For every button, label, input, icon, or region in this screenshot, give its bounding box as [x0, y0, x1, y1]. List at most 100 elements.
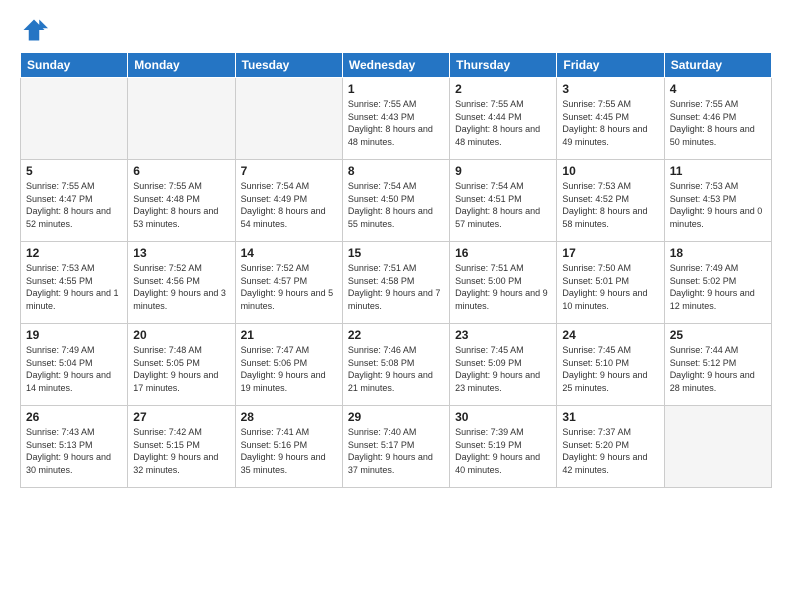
day-number: 4 — [670, 82, 766, 96]
calendar-cell: 27Sunrise: 7:42 AMSunset: 5:15 PMDayligh… — [128, 406, 235, 488]
day-number: 28 — [241, 410, 337, 424]
weekday-header-saturday: Saturday — [664, 53, 771, 78]
day-number: 6 — [133, 164, 229, 178]
cell-info: Sunrise: 7:55 AMSunset: 4:44 PMDaylight:… — [455, 98, 551, 148]
calendar-cell: 18Sunrise: 7:49 AMSunset: 5:02 PMDayligh… — [664, 242, 771, 324]
weekday-header-row: SundayMondayTuesdayWednesdayThursdayFrid… — [21, 53, 772, 78]
weekday-header-monday: Monday — [128, 53, 235, 78]
weekday-header-friday: Friday — [557, 53, 664, 78]
cell-info: Sunrise: 7:53 AMSunset: 4:52 PMDaylight:… — [562, 180, 658, 230]
day-number: 26 — [26, 410, 122, 424]
day-number: 22 — [348, 328, 444, 342]
cell-info: Sunrise: 7:48 AMSunset: 5:05 PMDaylight:… — [133, 344, 229, 394]
week-row-1: 1 Sunrise: 7:55 AMSunset: 4:43 PMDaylight… — [21, 78, 772, 160]
calendar-cell: 19 Sunrise: 7:49 AMSunset: 5:04 PMDayligh… — [21, 324, 128, 406]
day-number: 3 — [562, 82, 658, 96]
day-number: 25 — [670, 328, 766, 342]
weekday-header-thursday: Thursday — [450, 53, 557, 78]
cell-info: Sunrise: 7:44 AMSunset: 5:12 PMDaylight:… — [670, 344, 766, 394]
calendar-cell: 26 Sunrise: 7:43 AMSunset: 5:13 PMDayligh… — [21, 406, 128, 488]
day-number: 13 — [133, 246, 229, 260]
day-number: 24 — [562, 328, 658, 342]
cell-info: Sunrise: 7:40 AMSunset: 5:17 PMDaylight:… — [348, 426, 444, 476]
cell-info: Sunrise: 7:51 AMSunset: 5:00 PMDaylight:… — [455, 262, 551, 312]
day-number: 21 — [241, 328, 337, 342]
cell-info: Sunrise: 7:45 AMSunset: 5:10 PMDaylight:… — [562, 344, 658, 394]
calendar-cell: 28 Sunrise: 7:41 AMSunset: 5:16 PMDayligh… — [235, 406, 342, 488]
calendar-cell: 6 Sunrise: 7:55 AMSunset: 4:48 PMDaylight… — [128, 160, 235, 242]
day-number: 2 — [455, 82, 551, 96]
calendar: SundayMondayTuesdayWednesdayThursdayFrid… — [20, 52, 772, 488]
day-number: 29 — [348, 410, 444, 424]
calendar-cell: 14 Sunrise: 7:52 AMSunset: 4:57 PMDayligh… — [235, 242, 342, 324]
logo-icon — [20, 16, 48, 44]
cell-info: Sunrise: 7:52 AMSunset: 4:57 PMDaylight:… — [241, 262, 337, 312]
calendar-cell: 21 Sunrise: 7:47 AMSunset: 5:06 PMDayligh… — [235, 324, 342, 406]
cell-info: Sunrise: 7:53 AMSunset: 4:55 PMDaylight:… — [26, 262, 122, 312]
calendar-cell: 12 Sunrise: 7:53 AMSunset: 4:55 PMDayligh… — [21, 242, 128, 324]
day-number: 20 — [133, 328, 229, 342]
calendar-cell: 8 Sunrise: 7:54 AMSunset: 4:50 PMDaylight… — [342, 160, 449, 242]
calendar-cell: 29 Sunrise: 7:40 AMSunset: 5:17 PMDayligh… — [342, 406, 449, 488]
day-number: 30 — [455, 410, 551, 424]
cell-info: Sunrise: 7:46 AMSunset: 5:08 PMDaylight:… — [348, 344, 444, 394]
cell-info: Sunrise: 7:50 AMSunset: 5:01 PMDaylight:… — [562, 262, 658, 312]
header — [20, 16, 772, 44]
cell-info: Sunrise: 7:51 AMSunset: 4:58 PMDaylight:… — [348, 262, 444, 312]
calendar-cell: 16 Sunrise: 7:51 AMSunset: 5:00 PMDayligh… — [450, 242, 557, 324]
cell-info: Sunrise: 7:55 AMSunset: 4:45 PMDaylight:… — [562, 98, 658, 148]
cell-info: Sunrise: 7:49 AMSunset: 5:02 PMDaylight:… — [670, 262, 766, 312]
calendar-cell: 2 Sunrise: 7:55 AMSunset: 4:44 PMDaylight… — [450, 78, 557, 160]
cell-info: Sunrise: 7:49 AMSunset: 5:04 PMDaylight:… — [26, 344, 122, 394]
page: SundayMondayTuesdayWednesdayThursdayFrid… — [0, 0, 792, 612]
day-number: 27 — [133, 410, 229, 424]
cell-info: Sunrise: 7:37 AMSunset: 5:20 PMDaylight:… — [562, 426, 658, 476]
calendar-cell: 13 Sunrise: 7:52 AMSunset: 4:56 PMDayligh… — [128, 242, 235, 324]
calendar-cell: 25 Sunrise: 7:44 AMSunset: 5:12 PMDayligh… — [664, 324, 771, 406]
calendar-cell: 24 Sunrise: 7:45 AMSunset: 5:10 PMDayligh… — [557, 324, 664, 406]
calendar-cell: 20 Sunrise: 7:48 AMSunset: 5:05 PMDayligh… — [128, 324, 235, 406]
week-row-5: 26 Sunrise: 7:43 AMSunset: 5:13 PMDayligh… — [21, 406, 772, 488]
calendar-cell: 30 Sunrise: 7:39 AMSunset: 5:19 PMDayligh… — [450, 406, 557, 488]
calendar-cell: 11Sunrise: 7:53 AMSunset: 4:53 PMDayligh… — [664, 160, 771, 242]
cell-info: Sunrise: 7:55 AMSunset: 4:48 PMDaylight:… — [133, 180, 229, 230]
day-number: 1 — [348, 82, 444, 96]
week-row-2: 5Sunrise: 7:55 AMSunset: 4:47 PMDaylight… — [21, 160, 772, 242]
weekday-header-tuesday: Tuesday — [235, 53, 342, 78]
day-number: 7 — [241, 164, 337, 178]
calendar-cell: 5Sunrise: 7:55 AMSunset: 4:47 PMDaylight… — [21, 160, 128, 242]
calendar-cell: 22 Sunrise: 7:46 AMSunset: 5:08 PMDayligh… — [342, 324, 449, 406]
cell-info: Sunrise: 7:43 AMSunset: 5:13 PMDaylight:… — [26, 426, 122, 476]
calendar-cell: 7Sunrise: 7:54 AMSunset: 4:49 PMDaylight… — [235, 160, 342, 242]
calendar-cell: 4 Sunrise: 7:55 AMSunset: 4:46 PMDaylight… — [664, 78, 771, 160]
cell-info: Sunrise: 7:55 AMSunset: 4:46 PMDaylight:… — [670, 98, 766, 148]
calendar-cell — [235, 78, 342, 160]
day-number: 14 — [241, 246, 337, 260]
cell-info: Sunrise: 7:55 AMSunset: 4:43 PMDaylight:… — [348, 98, 444, 148]
calendar-cell: 3 Sunrise: 7:55 AMSunset: 4:45 PMDaylight… — [557, 78, 664, 160]
cell-info: Sunrise: 7:39 AMSunset: 5:19 PMDaylight:… — [455, 426, 551, 476]
calendar-cell: 23Sunrise: 7:45 AMSunset: 5:09 PMDayligh… — [450, 324, 557, 406]
cell-info: Sunrise: 7:41 AMSunset: 5:16 PMDaylight:… — [241, 426, 337, 476]
logo-area — [20, 16, 50, 44]
week-row-3: 12 Sunrise: 7:53 AMSunset: 4:55 PMDayligh… — [21, 242, 772, 324]
day-number: 8 — [348, 164, 444, 178]
calendar-cell: 1 Sunrise: 7:55 AMSunset: 4:43 PMDaylight… — [342, 78, 449, 160]
cell-info: Sunrise: 7:55 AMSunset: 4:47 PMDaylight:… — [26, 180, 122, 230]
cell-info: Sunrise: 7:54 AMSunset: 4:50 PMDaylight:… — [348, 180, 444, 230]
calendar-cell — [21, 78, 128, 160]
day-number: 11 — [670, 164, 766, 178]
day-number: 31 — [562, 410, 658, 424]
cell-info: Sunrise: 7:45 AMSunset: 5:09 PMDaylight:… — [455, 344, 551, 394]
weekday-header-sunday: Sunday — [21, 53, 128, 78]
day-number: 10 — [562, 164, 658, 178]
cell-info: Sunrise: 7:47 AMSunset: 5:06 PMDaylight:… — [241, 344, 337, 394]
day-number: 19 — [26, 328, 122, 342]
calendar-cell — [128, 78, 235, 160]
week-row-4: 19 Sunrise: 7:49 AMSunset: 5:04 PMDayligh… — [21, 324, 772, 406]
day-number: 16 — [455, 246, 551, 260]
day-number: 17 — [562, 246, 658, 260]
day-number: 12 — [26, 246, 122, 260]
cell-info: Sunrise: 7:52 AMSunset: 4:56 PMDaylight:… — [133, 262, 229, 312]
day-number: 9 — [455, 164, 551, 178]
